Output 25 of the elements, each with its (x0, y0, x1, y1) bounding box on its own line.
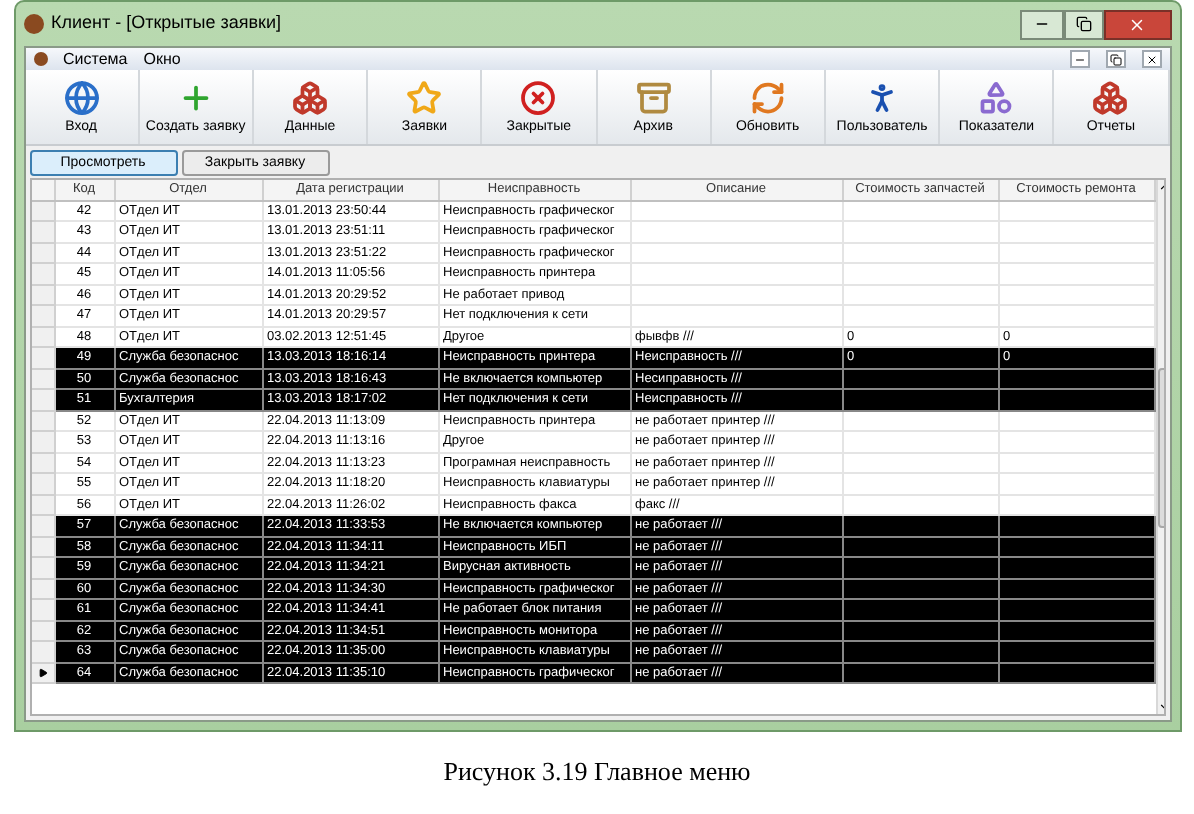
globe-icon (63, 79, 100, 115)
restore-icon (1109, 53, 1121, 65)
close-icon (1145, 53, 1157, 65)
close-button[interactable] (1141, 50, 1161, 68)
figure-caption: Рисунок 3.19 Главное меню (443, 754, 751, 790)
minimize-button[interactable] (1069, 50, 1089, 68)
current-row-icon (37, 667, 47, 678)
cubes-icon (1092, 79, 1129, 115)
restore-icon (1075, 16, 1091, 32)
box-icon (635, 79, 672, 115)
window-title: Клиент - [Открытые заявки] (51, 10, 284, 37)
maximize-button[interactable] (1063, 9, 1103, 39)
menu-item[interactable]: Система (63, 49, 128, 69)
close-icon (520, 79, 557, 115)
close-button[interactable] (1103, 9, 1171, 39)
close-icon (1128, 15, 1146, 33)
minimize-icon (1073, 53, 1085, 65)
restore-button[interactable] (1105, 50, 1125, 68)
row-header[interactable] (31, 663, 55, 684)
star-icon (406, 79, 443, 115)
cubes-icon (292, 79, 328, 115)
shapes-icon (978, 79, 1015, 115)
refresh-icon (749, 79, 786, 115)
app-icon (33, 52, 47, 66)
menu-item[interactable]: Окно (143, 49, 181, 69)
